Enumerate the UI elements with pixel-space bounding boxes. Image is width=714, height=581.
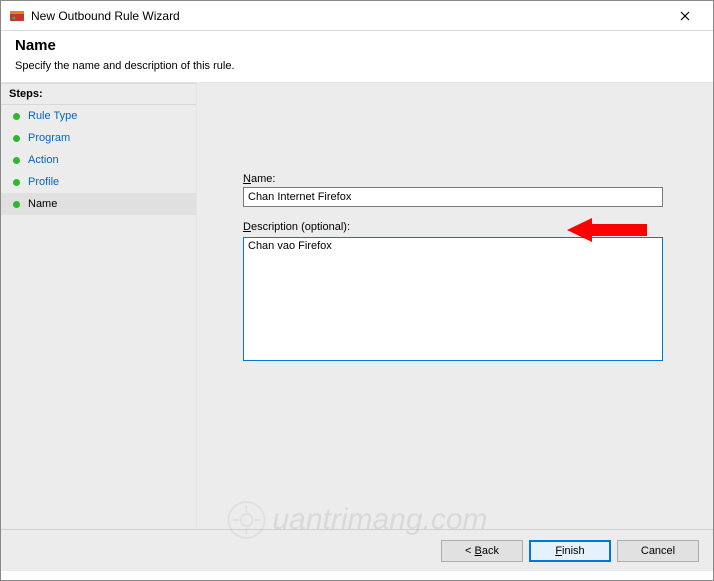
step-bullet-icon (13, 201, 20, 208)
step-label: Rule Type (28, 110, 77, 122)
page-subtitle: Specify the name and description of this… (15, 60, 699, 72)
close-button[interactable] (665, 2, 705, 30)
wizard-body: Steps: Rule Type Program Action Profile … (1, 82, 713, 529)
steps-sidebar: Steps: Rule Type Program Action Profile … (1, 83, 197, 529)
step-bullet-icon (13, 179, 20, 186)
steps-header: Steps: (1, 83, 196, 105)
step-label: Program (28, 132, 70, 144)
description-label: Description (optional): (243, 221, 685, 233)
description-textarea[interactable] (243, 237, 663, 361)
cancel-button[interactable]: Cancel (617, 540, 699, 562)
wizard-header: Name Specify the name and description of… (1, 31, 713, 82)
step-profile[interactable]: Profile (1, 171, 196, 193)
step-bullet-icon (13, 113, 20, 120)
step-bullet-icon (13, 157, 20, 164)
step-rule-type[interactable]: Rule Type (1, 105, 196, 127)
name-label: Name: (243, 173, 685, 185)
finish-button[interactable]: Finish (529, 540, 611, 562)
page-title: Name (15, 37, 699, 54)
step-action[interactable]: Action (1, 149, 196, 171)
description-field-block: Description (optional): (243, 221, 685, 364)
step-bullet-icon (13, 135, 20, 142)
titlebar: New Outbound Rule Wizard (1, 1, 713, 31)
back-button[interactable]: < Back (441, 540, 523, 562)
step-label: Profile (28, 176, 59, 188)
step-program[interactable]: Program (1, 127, 196, 149)
step-name[interactable]: Name (1, 193, 196, 215)
wizard-footer: < Back Finish Cancel (1, 529, 713, 571)
wizard-main: Name: Description (optional): (197, 83, 713, 529)
window-title: New Outbound Rule Wizard (31, 9, 665, 23)
step-label: Name (28, 198, 57, 210)
name-input[interactable] (243, 187, 663, 207)
close-icon (680, 11, 690, 21)
step-label: Action (28, 154, 59, 166)
name-field-block: Name: (243, 173, 685, 207)
firewall-icon (9, 8, 25, 24)
